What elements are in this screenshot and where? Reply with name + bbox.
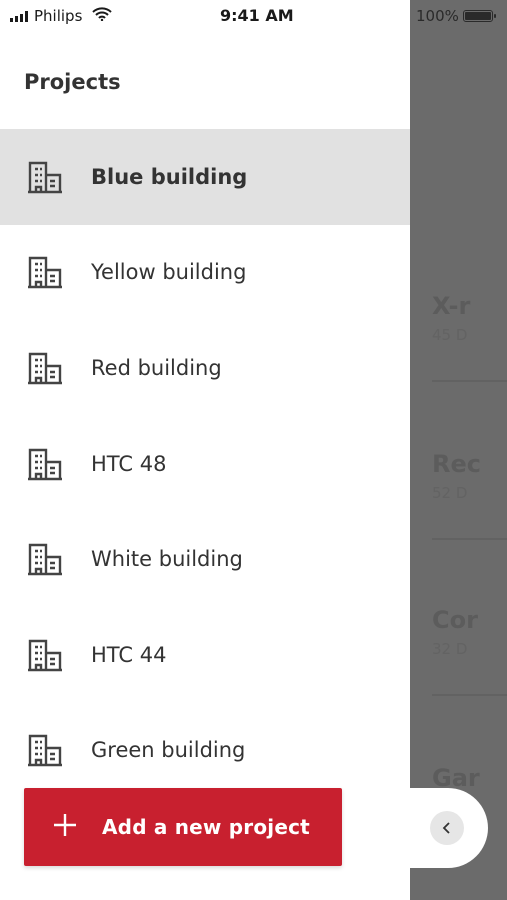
project-label: HTC 44 <box>91 642 167 667</box>
building-icon <box>27 159 63 195</box>
battery-icon <box>462 10 496 22</box>
status-bar: Philips 9:41 AM 100% <box>0 0 507 32</box>
background-card-title: X-r <box>432 292 471 320</box>
background-card-subtitle: 52 D <box>432 484 468 502</box>
background-card: Rec 52 D <box>432 450 507 502</box>
project-label: Green building <box>91 738 246 763</box>
project-item-blue-building[interactable]: Blue building <box>0 129 410 225</box>
building-icon <box>27 350 63 386</box>
signal-icon <box>10 10 28 22</box>
building-icon <box>27 446 63 482</box>
projects-drawer: Projects Blue building Yellow building R… <box>0 0 410 900</box>
project-label: HTC 48 <box>91 451 167 476</box>
project-label: Blue building <box>91 164 248 189</box>
chevron-left-icon <box>430 811 464 845</box>
background-card: X-r 45 D <box>432 292 507 344</box>
wifi-icon <box>92 7 113 25</box>
divider <box>432 538 507 540</box>
project-item-red-building[interactable]: Red building <box>0 320 410 416</box>
project-item-green-building[interactable]: Green building <box>0 703 410 799</box>
status-left: Philips <box>10 7 113 25</box>
building-icon <box>27 637 63 673</box>
drawer-title: Projects <box>24 70 121 94</box>
add-project-button[interactable]: Add a new project <box>24 788 342 866</box>
background-card-subtitle: 45 D <box>432 326 468 344</box>
divider <box>432 380 507 382</box>
project-item-white-building[interactable]: White building <box>0 511 410 607</box>
project-item-yellow-building[interactable]: Yellow building <box>0 225 410 321</box>
add-project-label: Add a new project <box>102 815 310 839</box>
status-right: 100% <box>416 7 496 25</box>
background-card-title: Rec <box>432 450 481 478</box>
plus-icon <box>52 810 82 844</box>
collapse-drawer-button[interactable] <box>410 788 488 868</box>
background-card: Cor 32 D <box>432 606 507 658</box>
battery-percent: 100% <box>416 7 459 25</box>
divider <box>432 694 507 696</box>
background-card-title: Cor <box>432 606 478 634</box>
building-icon <box>27 541 63 577</box>
carrier-name: Philips <box>34 7 83 25</box>
building-icon <box>27 254 63 290</box>
project-label: White building <box>91 547 243 572</box>
project-item-htc-44[interactable]: HTC 44 <box>0 607 410 703</box>
background-app: X-r 45 D Rec 52 D Cor 32 D Gar <box>410 0 507 900</box>
background-card-subtitle: 32 D <box>432 640 468 658</box>
status-time: 9:41 AM <box>220 6 294 25</box>
project-label: Yellow building <box>91 260 247 285</box>
project-label: Red building <box>91 355 222 380</box>
project-item-htc-48[interactable]: HTC 48 <box>0 416 410 512</box>
building-icon <box>27 732 63 768</box>
project-list: Blue building Yellow building Red buildi… <box>0 129 410 798</box>
